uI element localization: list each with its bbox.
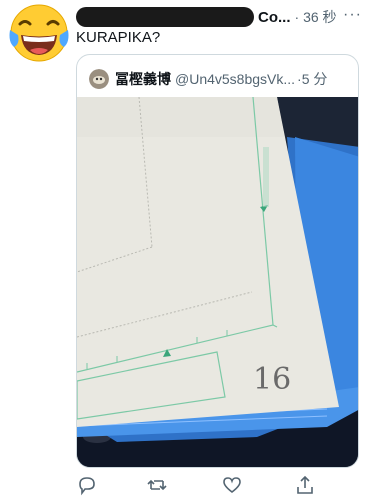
quoted-author-name: 冨樫義博 [115, 71, 171, 87]
quoted-photo[interactable]: 16 [77, 97, 359, 468]
retweet-icon[interactable] [146, 474, 168, 496]
share-icon[interactable] [294, 474, 316, 496]
quoted-avatar[interactable] [89, 69, 109, 89]
like-icon[interactable] [221, 474, 243, 496]
tweet-time-value: 36 秒 [303, 9, 337, 25]
laughing-emoji-icon [9, 4, 69, 62]
tweet-text: KURAPIKA? [76, 29, 161, 46]
redacted-name-bar [76, 7, 254, 27]
quoted-handle: @Un4v5s8bgsVk... [175, 71, 296, 87]
tweet-time[interactable]: · 36 秒 [295, 7, 337, 27]
quoted-header: 冨樫義博 @Un4v5s8bgsVk... ·5 分 [89, 67, 348, 91]
quoted-time: ·5 分 [297, 71, 328, 87]
avatar[interactable] [6, 2, 72, 64]
quoted-time-value: 5 分 [301, 71, 328, 87]
page-number-text: 16 [253, 362, 291, 397]
action-bar [76, 474, 336, 496]
reply-icon[interactable] [76, 474, 98, 496]
tweet-header: Co... · 36 秒 ··· [76, 6, 362, 28]
author-name[interactable]: Co... [258, 9, 291, 26]
more-options-icon[interactable]: ··· [343, 6, 362, 24]
quoted-tweet[interactable]: 冨樫義博 @Un4v5s8bgsVk... ·5 分 16 [76, 54, 359, 468]
